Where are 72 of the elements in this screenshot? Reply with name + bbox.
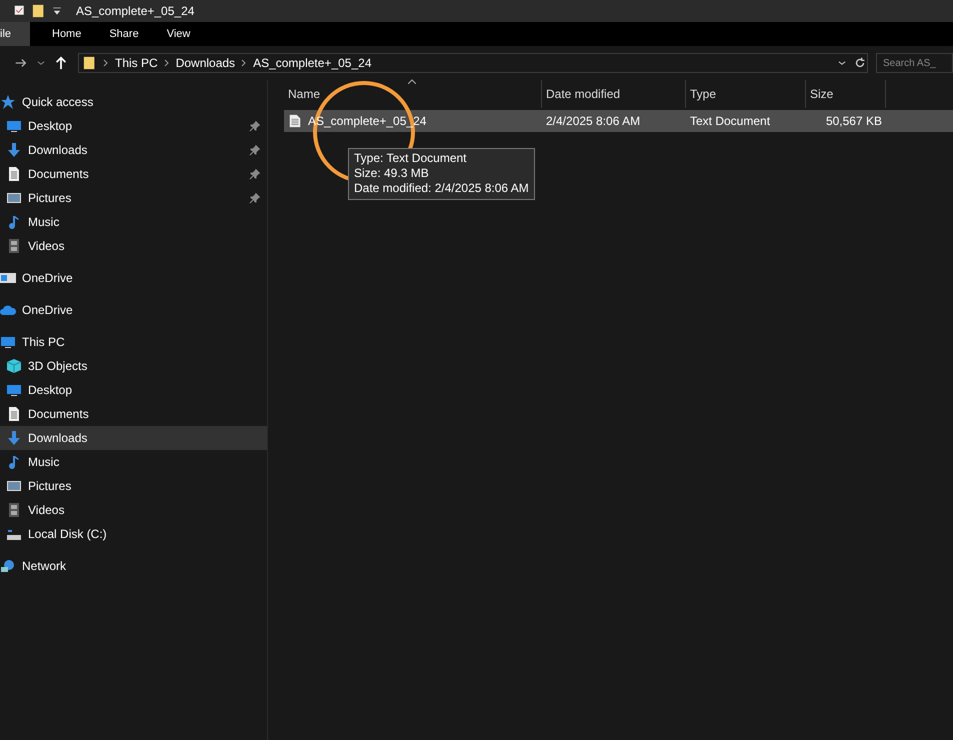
document-icon xyxy=(6,166,22,182)
ribbon-tab[interactable]: View xyxy=(152,22,204,46)
ribbon-tab[interactable]: Home xyxy=(38,22,96,46)
sidebar-item[interactable]: Documents xyxy=(0,162,267,186)
music-note-icon xyxy=(6,214,22,230)
sidebar-item[interactable]: OneDrive xyxy=(0,266,267,290)
picture-icon xyxy=(6,190,22,206)
sidebar-item[interactable]: Videos xyxy=(0,234,267,258)
up-arrow-icon xyxy=(54,56,68,70)
chevron-icon xyxy=(103,59,109,67)
column-header[interactable]: Date modified xyxy=(542,80,686,108)
tooltip-line: Size: 49.3 MB xyxy=(354,166,430,181)
sidebar-item[interactable]: Documents xyxy=(0,402,267,426)
table-cell-text: Text Document xyxy=(689,114,772,128)
tooltip-line: Date modified: 2/4/2025 8:06 AM xyxy=(354,181,529,196)
download-arrow-icon xyxy=(6,142,22,158)
sort-caret-icon xyxy=(408,79,416,84)
film-icon xyxy=(6,238,22,254)
sidebar-item[interactable]: Videos xyxy=(0,498,267,522)
sidebar-item[interactable]: Pictures xyxy=(0,186,267,210)
column-header[interactable]: Size xyxy=(806,80,886,108)
address-bar[interactable]: This PC Downloads AS_complete+_05_24 xyxy=(78,53,868,73)
sidebar-item[interactable]: Desktop xyxy=(0,378,267,402)
forward-icon xyxy=(14,56,28,70)
folder-icon xyxy=(32,3,46,19)
cube-icon xyxy=(6,358,22,374)
picture-icon xyxy=(6,478,22,494)
monitor-icon xyxy=(6,118,22,134)
chevron-icon xyxy=(241,59,248,67)
column-header[interactable]: Type xyxy=(686,80,806,108)
sidebar-item[interactable]: Downloads xyxy=(0,138,267,162)
chevron-icon xyxy=(164,59,170,67)
film-icon xyxy=(6,502,22,518)
panel-icon xyxy=(0,270,16,286)
network-icon xyxy=(0,558,16,574)
breadcrumb[interactable]: This PC xyxy=(115,56,158,70)
star-icon xyxy=(0,94,16,110)
sidebar-item[interactable]: Downloads xyxy=(0,426,267,450)
breadcrumb[interactable]: Downloads xyxy=(176,56,236,70)
search-field[interactable]: Search AS_ xyxy=(876,53,953,73)
refresh-icon xyxy=(853,56,867,70)
column-header[interactable]: Name xyxy=(284,80,542,108)
ribbon-tab[interactable]: ile xyxy=(0,22,30,46)
sidebar-item[interactable]: Pictures xyxy=(0,474,267,498)
folder-icon xyxy=(83,55,97,71)
sidebar-item[interactable]: Quick access xyxy=(0,90,267,114)
pin-icon xyxy=(249,120,261,132)
monitor-icon xyxy=(6,382,22,398)
pin-icon xyxy=(249,192,261,204)
tooltip-line: Type: Text Document xyxy=(354,151,468,166)
sidebar-item[interactable]: Music xyxy=(0,450,267,474)
monitor-icon xyxy=(0,334,16,350)
music-note-icon xyxy=(6,454,22,470)
sidebar-item[interactable]: This PC xyxy=(0,330,267,354)
checkbox-icon xyxy=(14,5,26,17)
breadcrumb[interactable]: AS_complete+_05_24 xyxy=(253,56,372,70)
dropdown-icon xyxy=(52,6,62,16)
pin-icon xyxy=(249,168,261,180)
sidebar-item[interactable]: Local Disk (C:) xyxy=(0,522,267,546)
text-file-icon xyxy=(288,113,302,129)
sidebar-item[interactable]: Music xyxy=(0,210,267,234)
sidebar-item[interactable]: Network xyxy=(0,554,267,578)
sidebar-item[interactable]: OneDrive xyxy=(0,298,267,322)
table-cell-text: 2/4/2025 8:06 AM xyxy=(545,114,642,128)
pin-icon xyxy=(249,144,261,156)
ribbon-tab[interactable]: Share xyxy=(95,22,153,46)
window-title: AS_complete+_05_24 xyxy=(76,4,194,18)
sidebar-item[interactable]: Desktop xyxy=(0,114,267,138)
download-arrow-icon xyxy=(6,430,22,446)
document-icon xyxy=(6,406,22,422)
table-cell-text: 50,567 KB xyxy=(824,114,883,128)
sidebar-item[interactable]: 3D Objects xyxy=(0,354,267,378)
